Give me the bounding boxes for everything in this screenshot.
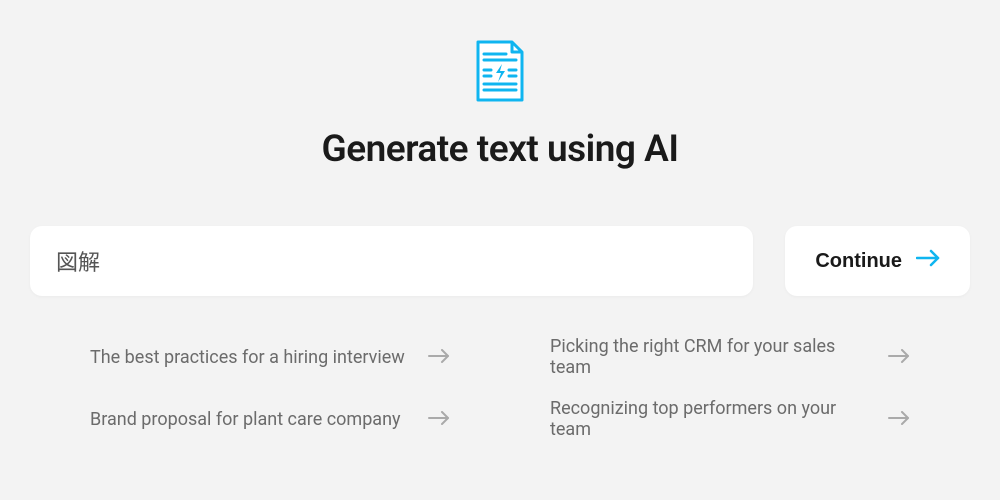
suggestion-item[interactable]: Recognizing top performers on your team — [550, 398, 910, 440]
arrow-right-icon — [428, 348, 450, 367]
suggestions-grid: The best practices for a hiring intervie… — [30, 336, 970, 440]
suggestion-item[interactable]: Picking the right CRM for your sales tea… — [550, 336, 910, 378]
continue-button[interactable]: Continue — [785, 226, 970, 296]
document-lightning-icon — [474, 40, 526, 108]
suggestion-item[interactable]: The best practices for a hiring intervie… — [90, 336, 450, 378]
suggestion-label: The best practices for a hiring intervie… — [90, 347, 405, 368]
arrow-right-icon — [888, 348, 910, 367]
prompt-input[interactable] — [30, 226, 753, 296]
arrow-right-icon — [916, 249, 940, 273]
page-title: Generate text using AI — [321, 128, 678, 171]
arrow-right-icon — [888, 410, 910, 429]
arrow-right-icon — [428, 410, 450, 429]
suggestion-item[interactable]: Brand proposal for plant care company — [90, 398, 450, 440]
suggestion-label: Brand proposal for plant care company — [90, 409, 401, 430]
suggestion-label: Picking the right CRM for your sales tea… — [550, 336, 868, 378]
suggestion-label: Recognizing top performers on your team — [550, 398, 868, 440]
prompt-row: Continue — [30, 226, 970, 296]
generate-text-panel: Generate text using AI Continue The best… — [0, 0, 1000, 500]
continue-label: Continue — [815, 250, 902, 273]
